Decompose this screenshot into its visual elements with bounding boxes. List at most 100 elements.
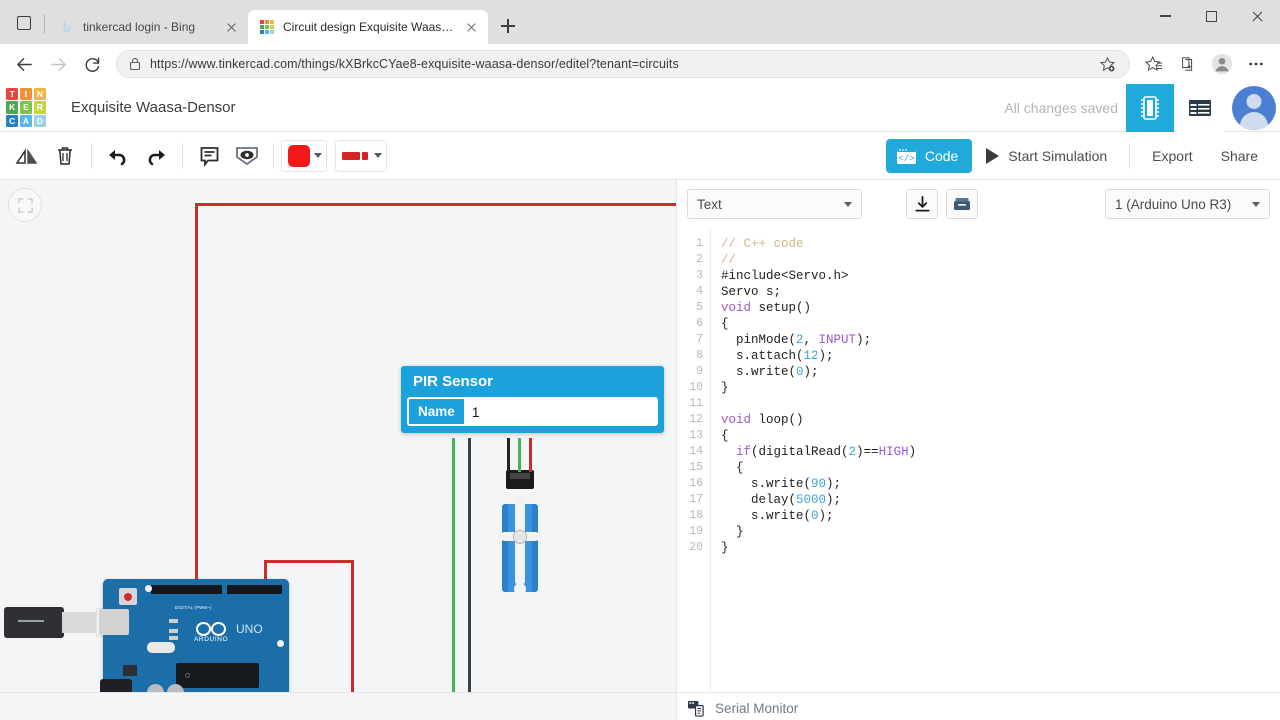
tab-overview-button[interactable] <box>6 6 42 40</box>
fit-to-view-button[interactable] <box>8 188 42 222</box>
redo-button[interactable] <box>137 139 175 173</box>
wire-black-1[interactable] <box>468 438 471 720</box>
code-library-button[interactable] <box>946 189 978 219</box>
reload-button[interactable] <box>76 48 108 80</box>
code-line: { <box>721 429 729 443</box>
chip-notch <box>185 673 190 678</box>
pir-dialog-title: PIR Sensor <box>413 373 494 390</box>
servo-foot <box>514 583 526 595</box>
tab-close-icon[interactable] <box>223 19 240 36</box>
user-avatar[interactable] <box>1232 85 1276 130</box>
browser-tab-1[interactable]: tinkercad login - Bing <box>48 10 248 44</box>
code-line: // C++ code <box>721 237 804 251</box>
code-mode-label: Text <box>697 196 722 212</box>
chevron-down-icon[interactable] <box>844 201 852 207</box>
color-picker[interactable] <box>281 139 327 172</box>
browser-chrome: tinkercad login - Bing Circuit design Ex… <box>0 0 1280 84</box>
start-simulation-button[interactable]: Start Simulation <box>972 139 1121 173</box>
circuit-canvas[interactable]: DIGITAL (PWM~) POWER ANALOG IN UNO ARDUI… <box>0 180 676 720</box>
servo-motor[interactable] <box>500 470 540 595</box>
servo-hub <box>513 530 527 544</box>
browser-tab-2[interactable]: Circuit design Exquisite Waasa-D <box>248 10 488 44</box>
board-select[interactable]: 1 (Arduino Uno R3) <box>1105 189 1270 219</box>
window-minimize-button[interactable] <box>1142 0 1188 32</box>
window-close-button[interactable] <box>1234 0 1280 32</box>
start-simulation-label: Start Simulation <box>1008 147 1108 164</box>
back-button[interactable] <box>8 48 40 80</box>
components-chip-button[interactable] <box>1126 83 1174 132</box>
wire-red-1b[interactable] <box>195 203 198 593</box>
logo-cell-n: N <box>33 87 46 100</box>
code-content[interactable]: // C++ code // #include<Servo.h> Servo s; vo… <box>711 228 1280 692</box>
code-button[interactable]: </> Code <box>885 138 973 173</box>
download-code-button[interactable] <box>906 189 938 219</box>
settings-more-icon <box>1249 62 1263 66</box>
wire-red-1[interactable] <box>195 203 676 206</box>
pir-name-input[interactable] <box>463 399 656 424</box>
servo-wire-red <box>529 438 532 472</box>
browser-more-button[interactable] <box>1240 48 1272 80</box>
new-tab-button[interactable] <box>494 12 522 40</box>
visibility-button[interactable] <box>228 139 266 173</box>
code-line-number: 2 <box>696 253 703 266</box>
lock-icon <box>129 57 141 71</box>
code-line: s.attach(12); <box>721 349 834 363</box>
share-button[interactable]: Share <box>1207 139 1272 173</box>
color-swatch[interactable] <box>288 144 310 167</box>
back-arrow-icon <box>16 57 32 71</box>
tab-title: Circuit design Exquisite Waasa-D <box>283 20 455 34</box>
page-title[interactable]: Exquisite Waasa-Densor <box>71 99 236 116</box>
window-controls <box>1142 0 1280 44</box>
wire-swatch <box>342 151 370 160</box>
chip-icon <box>1141 95 1159 120</box>
favorites-button[interactable] <box>1138 48 1170 80</box>
address-bar[interactable]: https://www.tinkercad.com/things/kXBrkcC… <box>116 50 1130 78</box>
rotate-icon <box>15 148 38 164</box>
code-line-number: 18 <box>689 509 703 522</box>
toolbar-divider <box>91 142 92 169</box>
logo-cell-c: C <box>6 115 19 128</box>
code-line: void setup() <box>721 301 812 315</box>
minimize-icon <box>1159 15 1171 17</box>
tab-close-icon[interactable] <box>463 19 480 36</box>
collections-button[interactable] <box>1172 48 1204 80</box>
wire-red-2b[interactable] <box>264 560 354 563</box>
chevron-down-icon[interactable] <box>314 153 322 158</box>
export-button[interactable]: Export <box>1138 139 1206 173</box>
wire-style-picker[interactable] <box>335 139 387 172</box>
rotate-button[interactable] <box>8 139 46 173</box>
toolbar-divider <box>273 142 274 169</box>
code-line: s.write(0); <box>721 509 834 523</box>
code-line: { <box>721 461 744 475</box>
code-mode-select[interactable]: Text <box>687 189 862 219</box>
table-view-button[interactable] <box>1176 83 1224 132</box>
add-favorite-button[interactable] <box>1091 48 1123 80</box>
logo-cell-d: D <box>33 115 46 128</box>
tinkercad-logo-icon[interactable]: T I N K E R C A D <box>6 87 46 128</box>
wire-green-1[interactable] <box>452 438 455 720</box>
serial-monitor-bar[interactable]: Serial Monitor <box>677 692 1280 720</box>
close-icon <box>1251 10 1264 23</box>
share-label: Share <box>1220 147 1258 164</box>
board-model-label: UNO <box>236 622 263 636</box>
trash-icon <box>58 146 72 165</box>
app-header: T I N K E R C A D Exquisite Waasa-Densor… <box>0 83 1280 132</box>
collections-icon <box>1182 57 1193 71</box>
pir-sensor-dialog[interactable]: PIR Sensor Name <box>401 366 664 433</box>
code-line: void loop() <box>721 413 804 427</box>
window-maximize-button[interactable] <box>1188 0 1234 32</box>
forward-button[interactable] <box>42 48 74 80</box>
delete-button[interactable] <box>46 139 84 173</box>
code-gutter: 1 2 3 4 5 6 7 8 9 10 11 12 13 14 15 16 17 18 19 20 <box>677 228 711 692</box>
tabstrip-divider <box>44 14 45 34</box>
main-area: DIGITAL (PWM~) POWER ANALOG IN UNO ARDUI… <box>0 180 1280 720</box>
undo-button[interactable] <box>99 139 137 173</box>
code-editor[interactable]: 1 2 3 4 5 6 7 8 9 10 11 12 13 14 15 16 17 18 19 20 // C++ c… <box>677 228 1280 692</box>
tinkercad-icon <box>260 20 274 34</box>
note-button[interactable] <box>190 139 228 173</box>
chevron-down-icon[interactable] <box>1252 201 1260 207</box>
code-line-number: 9 <box>696 365 703 378</box>
browser-profile-button[interactable] <box>1206 48 1238 80</box>
chevron-down-icon[interactable] <box>374 153 382 158</box>
